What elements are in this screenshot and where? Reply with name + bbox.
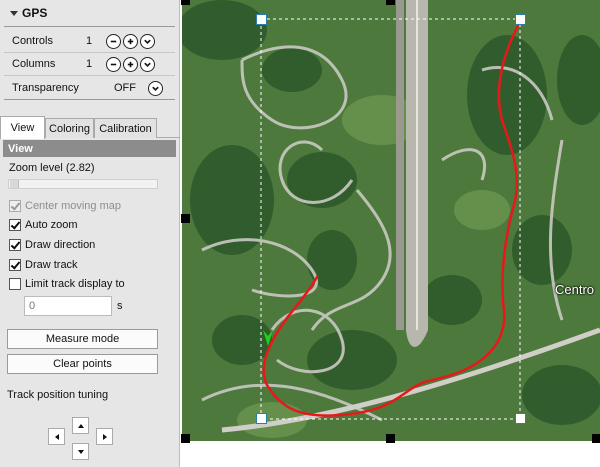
transparency-row: Transparency OFF: [4, 77, 175, 99]
limit-track-label: Limit track display to: [25, 278, 125, 290]
map-resize-handle[interactable]: [181, 434, 190, 443]
arrow-down-icon: [77, 449, 84, 454]
columns-value: 1: [86, 58, 93, 70]
draw-direction-checkbox[interactable]: [9, 239, 21, 251]
auto-zoom-label: Auto zoom: [25, 219, 78, 231]
draw-track-label: Draw track: [25, 259, 78, 271]
controls-minus-button[interactable]: [106, 33, 121, 49]
row-divider: [4, 99, 175, 100]
controls-dropdown-button[interactable]: [140, 33, 155, 49]
columns-dropdown-button[interactable]: [140, 56, 155, 72]
zoom-slider[interactable]: [8, 179, 158, 189]
center-moving-map-option[interactable]: Center moving map: [9, 200, 121, 212]
map-resize-handle[interactable]: [386, 434, 395, 443]
measure-mode-button[interactable]: Measure mode: [7, 329, 158, 349]
panel-title: GPS: [22, 6, 48, 20]
selection-handle-bottom-right[interactable]: [515, 413, 526, 424]
controls-plus-button[interactable]: [123, 33, 138, 49]
columns-plus-button[interactable]: [123, 56, 138, 72]
map-resize-handle[interactable]: [386, 0, 395, 5]
view-section-header: View: [3, 140, 176, 157]
map-resize-handle[interactable]: [181, 0, 190, 5]
zoom-level-label: Zoom level (2.82): [9, 162, 95, 174]
gps-panel: GPS Controls 1 Columns 1 Transparency OF…: [0, 0, 180, 467]
clear-points-button[interactable]: Clear points: [7, 354, 158, 374]
arrow-left-icon: [54, 433, 59, 440]
limit-track-option[interactable]: Limit track display to: [9, 278, 125, 290]
header-divider: [4, 26, 175, 27]
gps-header[interactable]: GPS: [0, 0, 180, 26]
tab-coloring[interactable]: Coloring: [45, 118, 94, 138]
limit-seconds-unit: s: [117, 300, 123, 312]
runway: [396, 0, 428, 347]
auto-zoom-checkbox[interactable]: [9, 219, 21, 231]
place-label: Centro: [555, 282, 595, 297]
draw-track-checkbox[interactable]: [9, 259, 21, 271]
map-resize-handle[interactable]: [592, 434, 600, 443]
track-position-tuning-label: Track position tuning: [7, 389, 109, 401]
map-resize-handle[interactable]: [181, 214, 190, 223]
transparency-dropdown-button[interactable]: [148, 80, 163, 96]
columns-minus-button[interactable]: [106, 56, 121, 72]
limit-seconds-input[interactable]: [24, 296, 112, 316]
transparency-value: OFF: [114, 82, 136, 94]
selection-handle-bottom-left[interactable]: [256, 413, 267, 424]
transparency-label: Transparency: [12, 82, 79, 94]
satellite-map[interactable]: [182, 0, 600, 441]
zoom-slider-handle[interactable]: [10, 180, 19, 188]
arrow-right-icon: [102, 433, 107, 440]
tune-down-button[interactable]: [72, 443, 89, 460]
selection-handle-top-left[interactable]: [256, 14, 267, 25]
draw-track-option[interactable]: Draw track: [9, 259, 78, 271]
map-canvas[interactable]: [182, 0, 600, 441]
collapse-caret-icon[interactable]: [10, 10, 18, 16]
row-divider: [4, 75, 175, 76]
columns-label: Columns: [12, 58, 56, 70]
columns-row: Columns 1: [4, 53, 175, 75]
arrow-up-icon: [77, 423, 84, 428]
tune-up-button[interactable]: [72, 417, 89, 434]
limit-track-checkbox[interactable]: [9, 278, 21, 290]
tab-calibration[interactable]: Calibration: [94, 118, 157, 138]
selection-handle-top-right[interactable]: [515, 14, 526, 25]
controls-label: Controls: [12, 35, 53, 47]
tab-view[interactable]: View: [0, 116, 45, 139]
tune-right-button[interactable]: [96, 428, 113, 445]
center-moving-map-checkbox[interactable]: [9, 200, 21, 212]
controls-value: 1: [86, 35, 93, 47]
draw-direction-option[interactable]: Draw direction: [9, 239, 95, 251]
controls-row: Controls 1: [4, 30, 175, 52]
draw-direction-label: Draw direction: [25, 239, 96, 251]
settings-tabs: View Coloring Calibration: [0, 116, 180, 139]
tune-left-button[interactable]: [48, 428, 65, 445]
center-moving-map-label: Center moving map: [25, 200, 121, 212]
auto-zoom-option[interactable]: Auto zoom: [9, 219, 78, 231]
